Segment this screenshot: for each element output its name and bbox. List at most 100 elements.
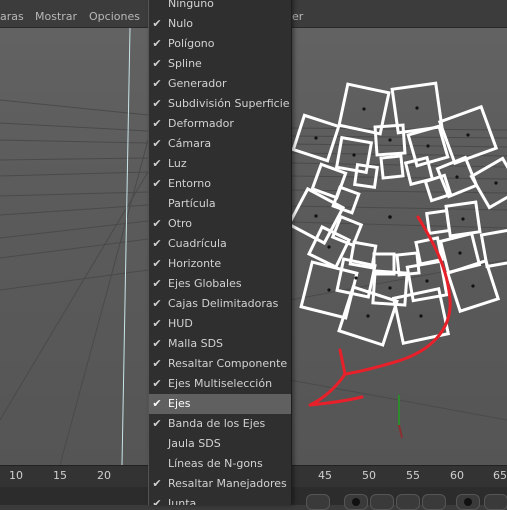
checkmark-icon: ✔ <box>152 237 162 250</box>
menu-item-label: Malla SDS <box>168 337 224 350</box>
menu-item-label: Banda de los Ejes <box>168 417 266 430</box>
menu-item-malla-sds[interactable]: ✔ Malla SDS <box>149 334 291 354</box>
menu-item-label: Cámara <box>168 137 212 150</box>
cube-cloner-object[interactable] <box>286 81 507 347</box>
menu-item-particula[interactable]: Partícula <box>149 194 291 214</box>
menu-item-otro[interactable]: ✔ Otro <box>149 214 291 234</box>
menu-item-camara[interactable]: ✔ Cámara <box>149 134 291 154</box>
record-button[interactable] <box>344 494 368 510</box>
play-button[interactable] <box>396 494 420 510</box>
checkmark-icon: ✔ <box>152 77 162 90</box>
menu-cameras[interactable]: aras <box>0 10 24 23</box>
menu-item-spline[interactable]: ✔ Spline <box>149 54 291 74</box>
menu-item-generador[interactable]: ✔ Generador <box>149 74 291 94</box>
menu-item-entorno[interactable]: ✔ Entorno <box>149 174 291 194</box>
menu-item-label: Generador <box>168 77 227 90</box>
menu-item-ejes-multiseleccion[interactable]: ✔ Ejes Multiselección <box>149 374 291 394</box>
tick-50: 50 <box>362 469 376 482</box>
red-annotation-arrow <box>308 215 452 407</box>
go-start-button[interactable] <box>306 494 330 510</box>
tick-10: 10 <box>9 469 23 482</box>
checkmark-icon: ✔ <box>152 337 162 350</box>
checkmark-icon: ✔ <box>152 497 162 505</box>
menu-item-cuadricula[interactable]: ✔ Cuadrícula <box>149 234 291 254</box>
menu-item-label: Ejes Globales <box>168 277 242 290</box>
filter-dropdown-menu: Ninguno ✔ Nulo ✔ Polígono ✔ Spline ✔ Generador ✔ S… <box>148 0 292 505</box>
menu-item-deformador[interactable]: ✔ Deformador <box>149 114 291 134</box>
menu-item-banda-de-los-ejes[interactable]: ✔ Banda de los Ejes <box>149 414 291 434</box>
menu-item-label: Otro <box>168 217 192 230</box>
menu-item-label: Cuadrícula <box>168 237 227 250</box>
menu-item-label: Spline <box>168 57 202 70</box>
menu-item-label: HUD <box>168 317 193 330</box>
menu-item-hud[interactable]: ✔ HUD <box>149 314 291 334</box>
checkmark-icon: ✔ <box>152 297 162 310</box>
tick-60: 60 <box>450 469 464 482</box>
tick-45: 45 <box>318 469 332 482</box>
checkmark-icon: ✔ <box>152 37 162 50</box>
checkmark-icon: ✔ <box>152 97 162 110</box>
menu-item-label: Horizonte <box>168 257 222 270</box>
menu-item-subdivision-superficie[interactable]: ✔ Subdivisión Superficie <box>149 94 291 114</box>
checkmark-icon <box>151 434 163 454</box>
tick-15: 15 <box>53 469 67 482</box>
menu-item-resaltar-componente[interactable]: ✔ Resaltar Componente <box>149 354 291 374</box>
menu-item-horizonte[interactable]: ✔ Horizonte <box>149 254 291 274</box>
menu-item-cajas-delimitadoras[interactable]: ✔ Cajas Delimitadoras <box>149 294 291 314</box>
tick-20: 20 <box>97 469 111 482</box>
x-axis-gizmo <box>398 424 403 439</box>
menu-item-ninguno[interactable]: Ninguno <box>149 0 291 14</box>
checkmark-icon: ✔ <box>152 137 162 150</box>
menu-item-label: Entorno <box>168 177 211 190</box>
menu-item-label: Líneas de N-gons <box>168 457 263 470</box>
checkmark-icon <box>151 194 163 214</box>
tick-65: 65 <box>493 469 507 482</box>
checkmark-icon: ✔ <box>152 477 162 490</box>
checkmark-icon: ✔ <box>152 117 162 130</box>
checkmark-icon: ✔ <box>152 57 162 70</box>
menu-item-poligono[interactable]: ✔ Polígono <box>149 34 291 54</box>
menu-item-label: Junta <box>168 497 197 505</box>
checkmark-icon: ✔ <box>152 257 162 270</box>
menu-right-partial[interactable]: er <box>292 10 303 23</box>
axis-line <box>121 28 131 465</box>
checkmark-icon: ✔ <box>152 317 162 330</box>
menu-show[interactable]: Mostrar <box>35 10 77 23</box>
checkmark-icon: ✔ <box>152 277 162 290</box>
checkmark-icon: ✔ <box>152 417 162 430</box>
checkmark-icon: ✔ <box>152 217 162 230</box>
menu-item-label: Ejes <box>168 397 191 410</box>
checkmark-icon: ✔ <box>152 17 162 30</box>
menu-item-nulo[interactable]: ✔ Nulo <box>149 14 291 34</box>
menu-item-label: Deformador <box>168 117 234 130</box>
menu-item-junta[interactable]: ✔ Junta <box>149 494 291 505</box>
menu-item-ejes-globales[interactable]: ✔ Ejes Globales <box>149 274 291 294</box>
menu-item-resaltar-manejadores[interactable]: ✔ Resaltar Manejadores <box>149 474 291 494</box>
menu-item-label: Resaltar Manejadores <box>168 477 287 490</box>
checkmark-icon <box>151 0 163 14</box>
next-key-button[interactable] <box>422 494 446 510</box>
menu-item-ejes[interactable]: ✔ Ejes <box>149 394 291 414</box>
keyframe-button[interactable] <box>484 494 507 510</box>
menu-item-label: Jaula SDS <box>168 437 221 450</box>
menu-item-label: Subdivisión Superficie <box>168 97 290 110</box>
checkmark-icon: ✔ <box>152 377 162 390</box>
menu-item-label: Resaltar Componente <box>168 357 288 370</box>
menu-item-label: Partícula <box>168 197 216 210</box>
checkmark-icon <box>151 454 163 474</box>
menu-item-label: Ninguno <box>168 0 214 10</box>
menu-item-label: Polígono <box>168 37 215 50</box>
checkmark-icon: ✔ <box>152 157 162 170</box>
checkmark-icon: ✔ <box>152 397 162 410</box>
menu-item-label: Ejes Multiselección <box>168 377 273 390</box>
autokey-button[interactable] <box>456 494 480 510</box>
checkmark-icon: ✔ <box>152 177 162 190</box>
menu-item-label: Luz <box>168 157 187 170</box>
menu-options[interactable]: Opciones <box>89 10 140 23</box>
checkmark-icon: ✔ <box>152 357 162 370</box>
prev-key-button[interactable] <box>370 494 394 510</box>
menu-item-jaula-sds[interactable]: Jaula SDS <box>149 434 291 454</box>
menu-item-luz[interactable]: ✔ Luz <box>149 154 291 174</box>
menu-item-label: Nulo <box>168 17 193 30</box>
menu-item-lineas-de-n-gons[interactable]: Líneas de N-gons <box>149 454 291 474</box>
